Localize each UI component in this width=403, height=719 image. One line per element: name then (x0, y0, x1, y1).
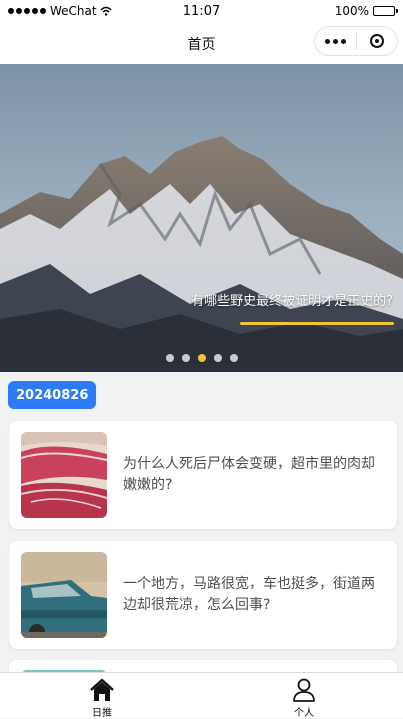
carousel-dot[interactable] (165, 354, 174, 362)
target-icon (369, 34, 384, 48)
tab-label: 日推 (92, 708, 112, 719)
carousel-dot-active[interactable] (197, 354, 206, 362)
user-icon (293, 678, 315, 702)
mini-program-capsule (314, 26, 398, 56)
home-icon (90, 678, 114, 701)
article-card[interactable]: 一个地方，马路很宽，车也挺多，街道两边却很荒凉，怎么回事? (9, 541, 397, 649)
article-thumbnail (21, 552, 107, 638)
date-badge: 20240826 (8, 381, 97, 409)
close-mini-program-button[interactable] (357, 27, 397, 55)
banner-caption-underline (240, 322, 394, 325)
truck-image (21, 552, 107, 638)
article-card[interactable]: 为什么人死后尸体会变硬，超市里的肉却嫩嫩的? (9, 421, 397, 529)
meat-image (21, 432, 107, 518)
tab-bar: 日推 个人 (0, 672, 403, 719)
banner-carousel[interactable]: 有哪些野史最终被证明才是正史的? (0, 64, 403, 372)
carousel-dot[interactable] (229, 354, 238, 362)
tab-profile[interactable]: 个人 (264, 677, 344, 719)
article-title[interactable]: 为什么人死后尸体会变硬，超市里的肉却嫩嫩的? (123, 454, 377, 496)
banner-caption[interactable]: 有哪些野史最终被证明才是正史的? (191, 290, 393, 309)
nav-bar: 首页 (0, 24, 403, 64)
carousel-dot[interactable] (181, 354, 190, 362)
battery-status: 100% (334, 4, 398, 18)
carousel-indicators (0, 354, 403, 362)
more-menu-button[interactable] (315, 27, 356, 55)
article-title[interactable]: 一个地方，马路很宽，车也挺多，街道两边却很荒凉，怎么回事? (123, 574, 377, 616)
battery-percent: 100% (334, 4, 369, 18)
article-thumbnail (21, 432, 107, 518)
carousel-dot[interactable] (213, 354, 222, 362)
tab-daily[interactable]: 日推 (62, 677, 142, 719)
tab-label: 个人 (294, 708, 314, 719)
status-bar: WeChat 11:07 100% (0, 0, 403, 24)
banner-image (0, 64, 403, 372)
battery-icon (373, 6, 398, 16)
